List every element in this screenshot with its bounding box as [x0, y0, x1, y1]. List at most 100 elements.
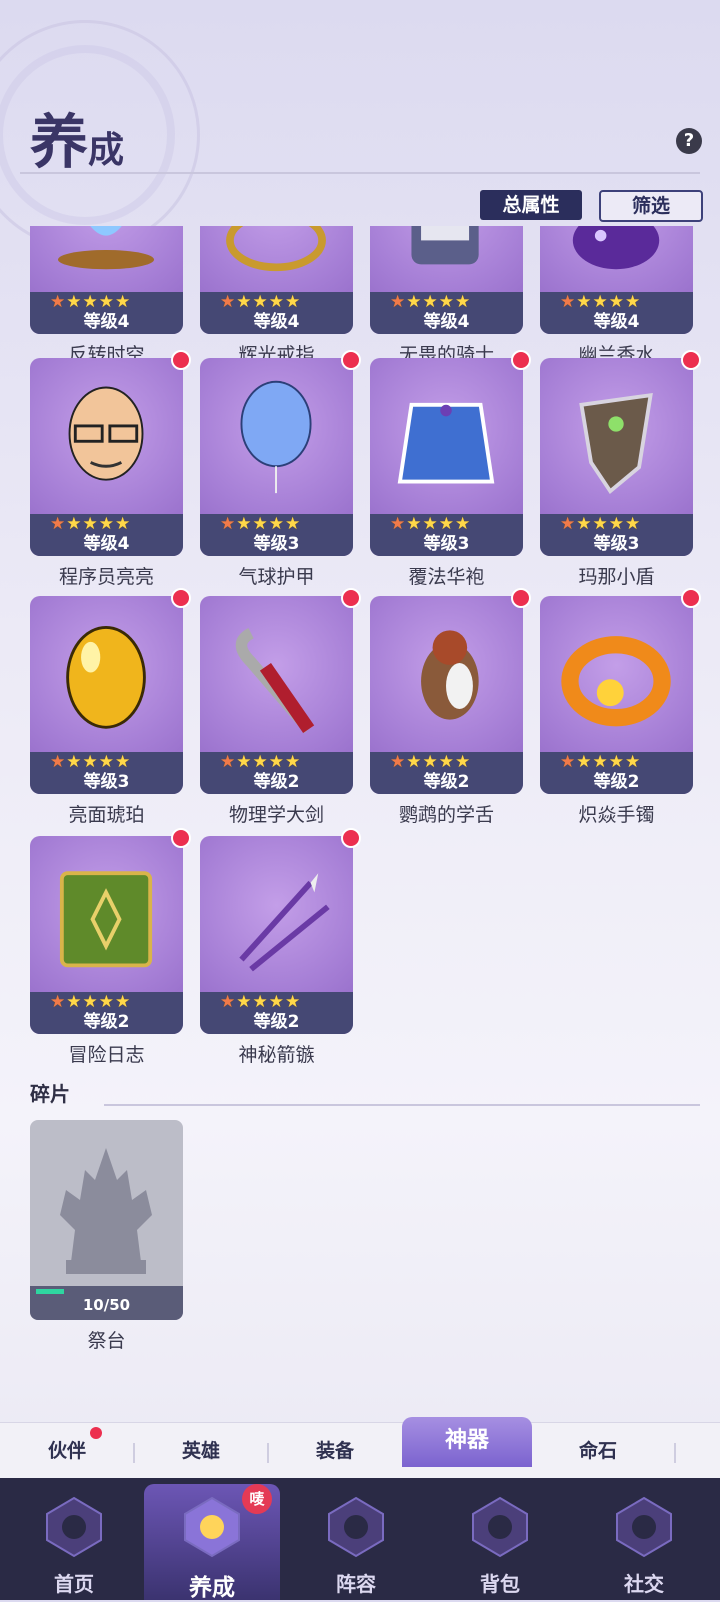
artifact-tile: ★★★★★ 等级2: [30, 836, 183, 1034]
level-label: 等级3: [253, 534, 300, 554]
level-label: 等级4: [593, 312, 640, 332]
nav-label: 养成: [189, 1574, 235, 1601]
artifact-name: 神秘箭镞: [238, 1044, 315, 1066]
page-title: 养成: [30, 95, 124, 179]
shield-icon: [579, 392, 653, 495]
nav-item-1[interactable]: 养成 唛: [144, 1484, 280, 1601]
bottom-navigation: 首页 养成 唛阵容 背包 社交: [0, 1478, 720, 1601]
cultivate-icon: [184, 1496, 240, 1558]
level-label: 等级2: [423, 772, 470, 792]
nav-label: 首页: [54, 1572, 94, 1596]
tab-2[interactable]: 装备: [268, 1423, 402, 1479]
artifact-tile: ★★★★★ 等级2: [540, 596, 693, 794]
ring-icon: [226, 226, 326, 272]
artifact-name: 覆法华袍: [408, 566, 485, 588]
nav-badge: 唛: [242, 1484, 272, 1514]
artifact-tile: ★★★★★ 等级2: [370, 596, 523, 794]
nav-item-3[interactable]: 背包: [432, 1484, 568, 1600]
artifact-card[interactable]: ★★★★★ 等级4 程序员亮亮: [30, 350, 191, 588]
nav-item-4[interactable]: 社交: [576, 1484, 712, 1600]
artifact-name: 炽焱手镯: [578, 804, 655, 826]
level-label: 等级4: [83, 312, 130, 332]
notification-dot: [681, 588, 701, 608]
level-label: 等级4: [253, 312, 300, 332]
robe-icon: [397, 402, 495, 484]
nav-label: 背包: [480, 1572, 520, 1596]
arrows-icon: [239, 873, 330, 972]
category-tabs: 伙伴 英雄 装备 神器 命石: [0, 1417, 720, 1479]
artifact-name: 玛那小盾: [578, 566, 655, 588]
tab-badge-dot: [90, 1427, 102, 1439]
artifact-name: 物理学大剑: [228, 804, 324, 826]
tab-4[interactable]: 命石: [536, 1423, 660, 1479]
artifact-card[interactable]: ★★★★★ 等级2 鹦鹉的学舌: [370, 588, 531, 826]
fragment-name: 祭台: [87, 1330, 126, 1352]
question-icon[interactable]: ?: [676, 128, 702, 154]
artifact-tile: ★★★★★ 等级4: [30, 226, 183, 334]
artifact-card[interactable]: ★★★★★ 等级4 反转时空: [30, 226, 183, 366]
notification-dot: [341, 350, 361, 370]
home-icon: [46, 1496, 102, 1558]
tab-separator: [674, 1443, 676, 1463]
artifact-tile: ★★★★★ 等级4: [200, 226, 353, 334]
social-icon: [616, 1496, 672, 1558]
artifact-tile: ★★★★★ 等级4: [540, 226, 693, 334]
tab-1[interactable]: 英雄: [134, 1423, 268, 1479]
filter-button[interactable]: 筛选: [599, 190, 703, 222]
knight-icon: [411, 226, 479, 265]
artifact-card[interactable]: ★★★★★ 等级2 冒险日志: [30, 828, 191, 1066]
nav-item-0[interactable]: 首页: [6, 1484, 142, 1600]
fragment-card[interactable]: 10/50: [30, 1120, 183, 1320]
artifact-card[interactable]: ★★★★★ 等级2 炽焱手镯: [540, 588, 701, 826]
artifact-card[interactable]: ★★★★★ 等级4 无畏的骑士: [370, 226, 523, 366]
artifact-tile: ★★★★★ 等级3: [200, 358, 353, 556]
artifact-tile: ★★★★★ 等级2: [200, 596, 353, 794]
lineup-icon: [328, 1496, 384, 1558]
notification-dot: [171, 828, 191, 848]
artifact-tile: ★★★★★ 等级2: [200, 836, 353, 1034]
nav-item-2[interactable]: 阵容: [288, 1484, 424, 1600]
artifact-card[interactable]: ★★★★★ 等级2 神秘箭镞: [200, 828, 361, 1066]
artifact-card[interactable]: ★★★★★ 等级4 幽兰香水: [540, 226, 693, 366]
artifact-tile: ★★★★★ 等级4: [30, 358, 183, 556]
backpack-icon: [472, 1496, 528, 1558]
artifact-card[interactable]: ★★★★★ 等级3 玛那小盾: [540, 350, 701, 588]
artifact-card[interactable]: ★★★★★ 等级3 覆法华袍: [370, 350, 531, 588]
crowbar-icon: [235, 628, 315, 734]
notification-dot: [171, 588, 191, 608]
book-icon: [59, 871, 153, 968]
artifact-tile: ★★★★★ 等级3: [30, 596, 183, 794]
level-label: 等级2: [593, 772, 640, 792]
nav-label: 阵容: [336, 1572, 376, 1596]
fragment-progress-bar: [36, 1289, 64, 1294]
artifact-card[interactable]: ★★★★★ 等级3 亮面琥珀: [30, 588, 191, 826]
artifact-card[interactable]: ★★★★★ 等级4 辉光戒指: [200, 226, 353, 366]
artifact-name: 鹦鹉的学舌: [398, 804, 494, 826]
level-label: 等级2: [253, 1012, 300, 1032]
artifact-name: 亮面琥珀: [68, 804, 145, 826]
bracelet-icon: [561, 636, 671, 727]
level-label: 等级3: [593, 534, 640, 554]
notification-dot: [341, 828, 361, 848]
level-label: 等级3: [83, 772, 130, 792]
tab-3[interactable]: 神器: [402, 1417, 532, 1467]
parrot-icon: [421, 630, 479, 720]
artifact-tile: ★★★★★ 等级4: [370, 226, 523, 334]
artifact-name: 气球护甲: [238, 566, 315, 588]
level-label: 等级4: [83, 534, 130, 554]
altar-silhouette-icon: [60, 1148, 152, 1274]
notification-dot: [341, 588, 361, 608]
artifact-name: 冒险日志: [68, 1044, 145, 1066]
tab-0[interactable]: 伙伴: [0, 1423, 134, 1479]
amber-icon: [66, 626, 146, 729]
fragment-count: 10/50: [82, 1296, 131, 1314]
total-attributes-button[interactable]: 总属性: [480, 190, 582, 220]
fragments-section-title: 碎片: [30, 1082, 70, 1106]
artifact-card[interactable]: ★★★★★ 等级3 气球护甲: [200, 350, 361, 588]
artifact-card[interactable]: ★★★★★ 等级2 物理学大剑: [200, 588, 361, 826]
level-label: 等级4: [423, 312, 470, 332]
notification-dot: [511, 588, 531, 608]
nav-label: 社交: [624, 1572, 664, 1596]
fragments-divider: [104, 1104, 700, 1106]
balloon-icon: [240, 380, 312, 494]
